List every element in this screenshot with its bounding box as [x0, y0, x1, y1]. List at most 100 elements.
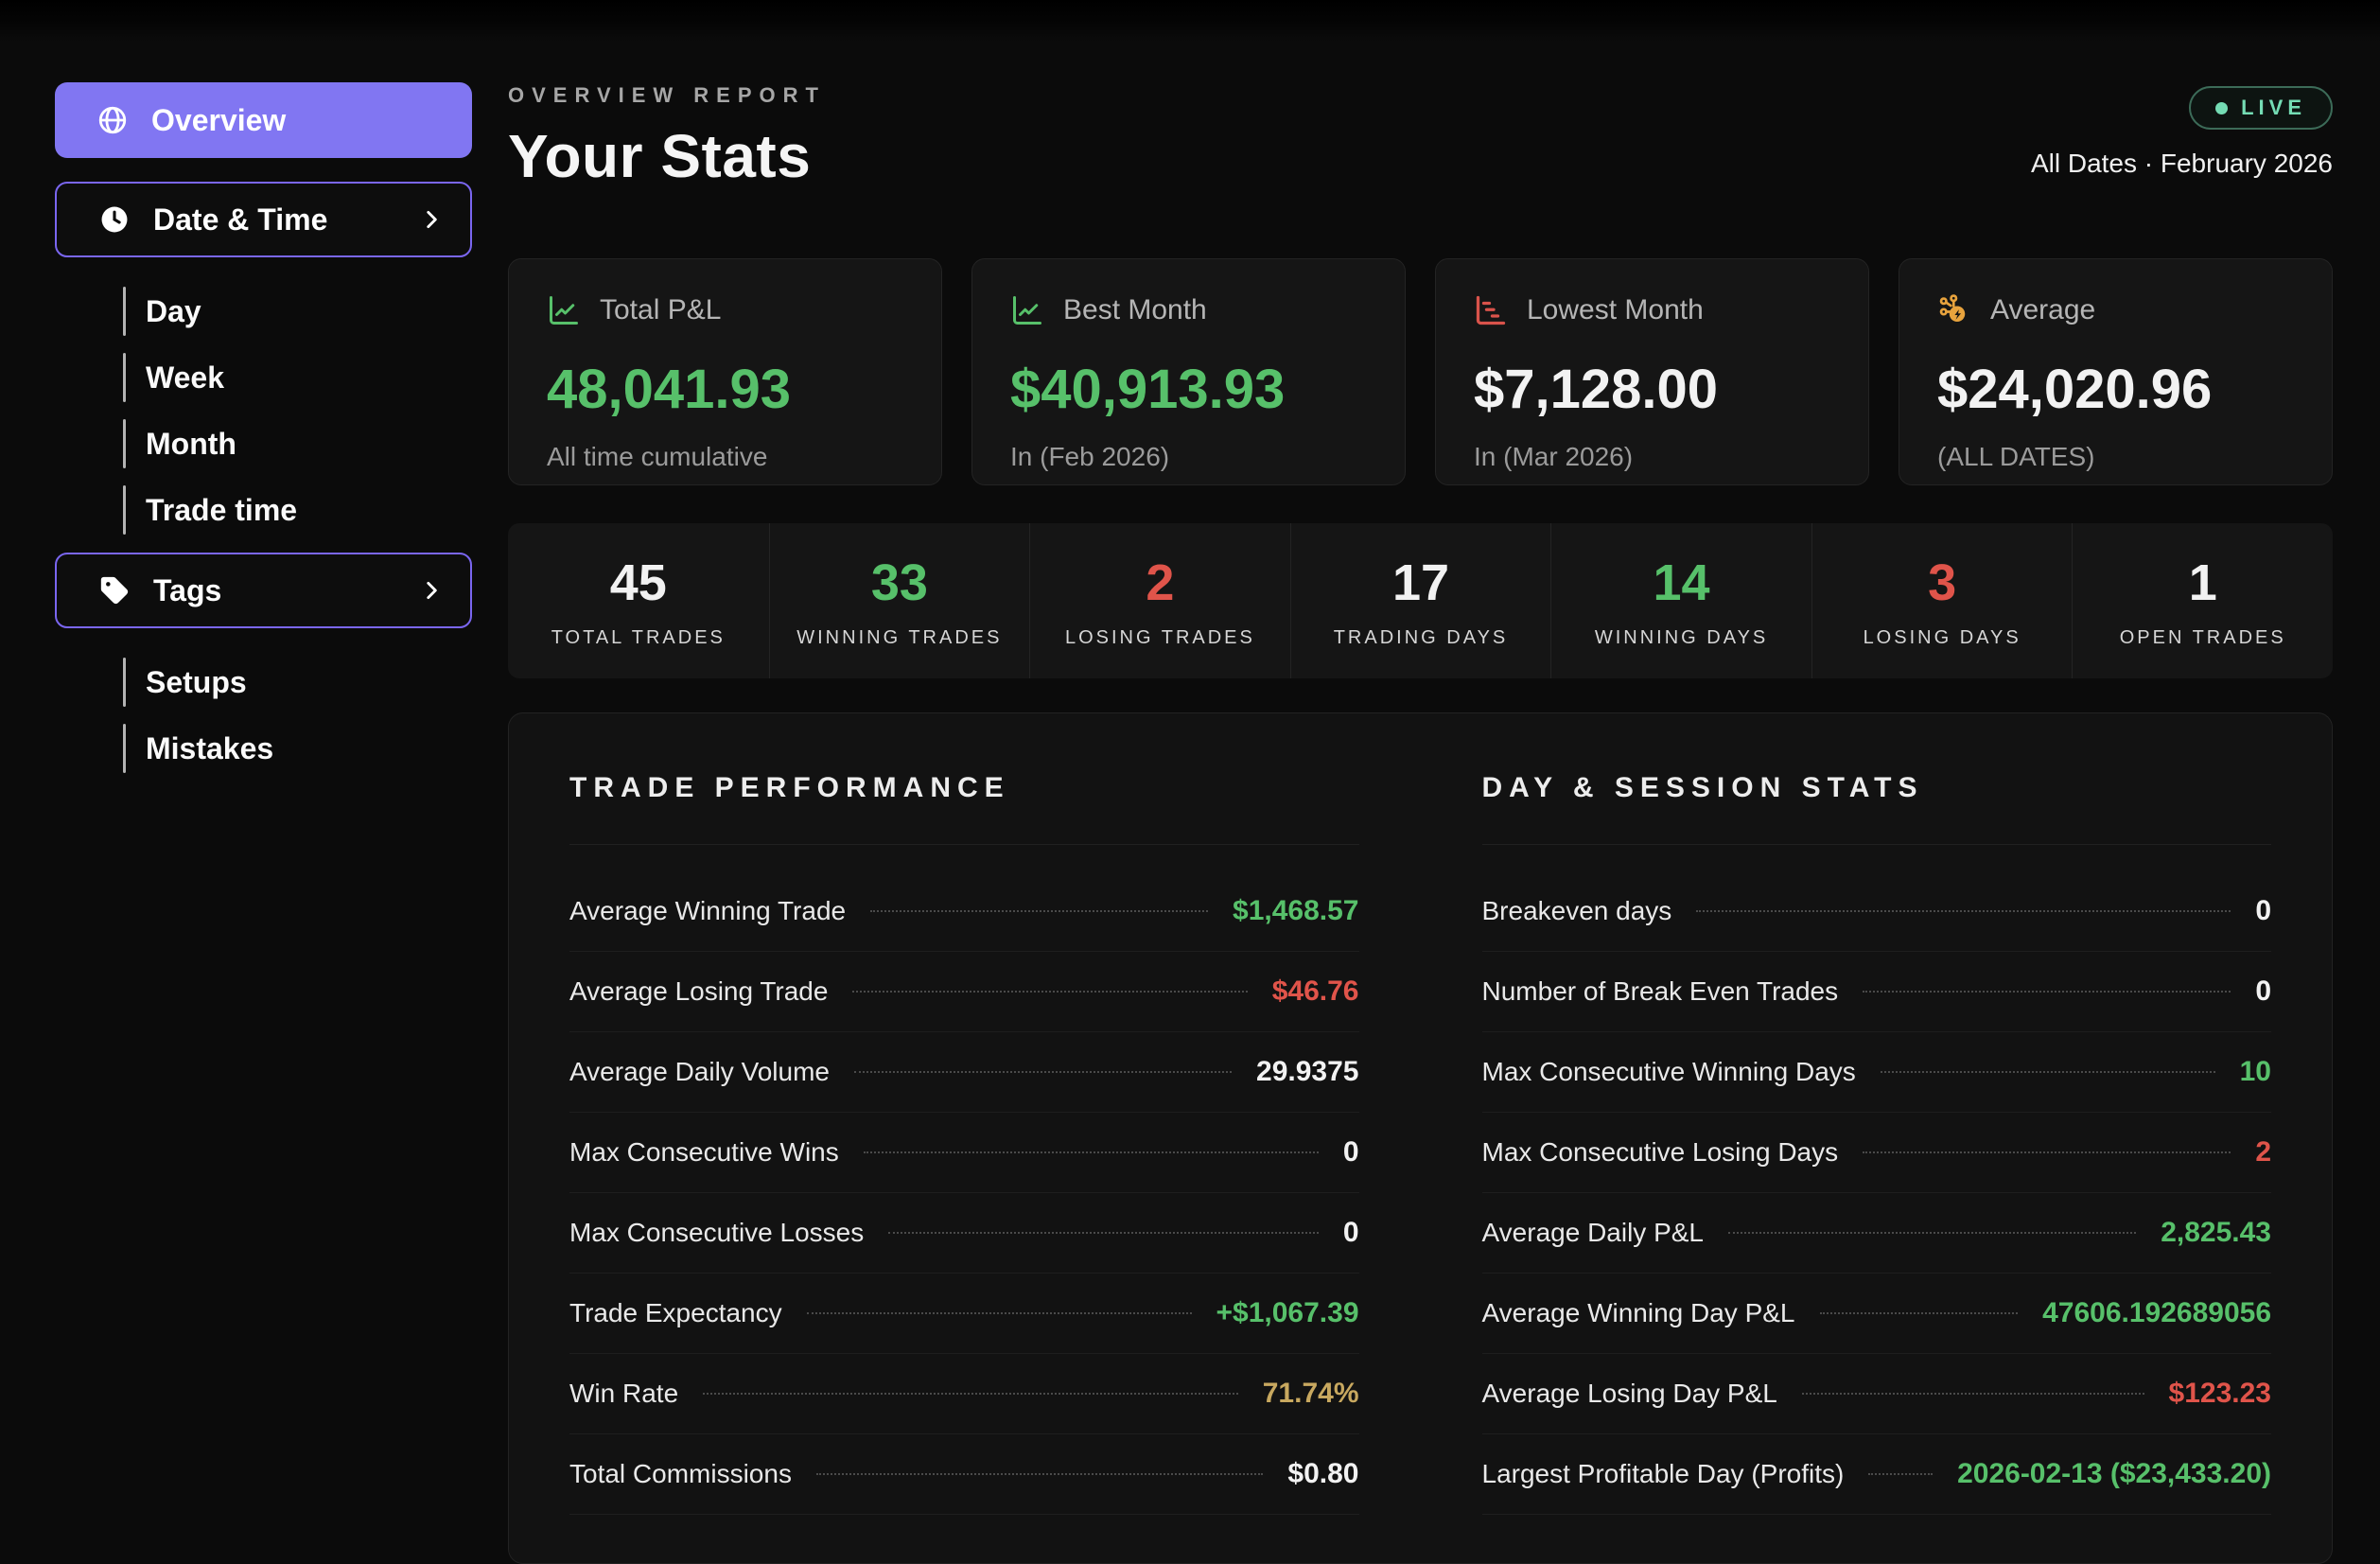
day-session-stats-section: DAY & SESSION STATS Breakeven days 0 Num… — [1482, 772, 2272, 1563]
card-subtext: (ALL DATES) — [1937, 442, 2294, 472]
counter-losing-days: 3 LOSING DAYS — [1811, 523, 2073, 678]
counter-value: 2 — [1146, 554, 1174, 612]
stat-label: Max Consecutive Losses — [569, 1218, 864, 1248]
card-label: Average — [1990, 294, 2095, 326]
stat-value: 71.74% — [1263, 1378, 1359, 1410]
counter-total-trades: 45 TOTAL TRADES — [508, 523, 769, 678]
stat-value: 29.9375 — [1256, 1056, 1358, 1088]
counter-value: 33 — [871, 554, 928, 612]
chevron-right-icon — [419, 578, 444, 603]
counter-value: 17 — [1392, 554, 1449, 612]
sidebar-item-date-time[interactable]: Date & Time — [55, 182, 472, 257]
stat-label: Total Commissions — [569, 1459, 792, 1489]
dotted-leader — [888, 1232, 1319, 1234]
stat-value: 2 — [2255, 1136, 2271, 1169]
counter-label: OPEN TRADES — [2120, 627, 2286, 649]
stat-label: Number of Break Even Trades — [1482, 976, 1839, 1007]
stat-label: Average Losing Trade — [569, 976, 828, 1007]
stat-value: 10 — [2240, 1056, 2271, 1088]
card-total-pnl: Total P&L 48,041.93 All time cumulative — [508, 258, 942, 485]
counter-value: 3 — [1928, 554, 1956, 612]
dotted-leader — [852, 991, 1247, 993]
report-label: OVERVIEW REPORT — [508, 83, 2333, 108]
stat-row-trade-expectancy: Trade Expectancy +$1,067.39 — [569, 1274, 1359, 1354]
stat-row-average-winning-day-pnl: Average Winning Day P&L 47606.192689056 — [1482, 1274, 2272, 1354]
sidebar-subitem-day[interactable]: Day — [123, 278, 472, 344]
subitem-label: Week — [146, 360, 224, 395]
chevron-right-icon — [419, 207, 444, 232]
live-label: LIVE — [2241, 96, 2306, 120]
stat-value: 0 — [2255, 975, 2271, 1008]
dotted-leader — [1868, 1473, 1933, 1475]
counter-label: TOTAL TRADES — [551, 627, 726, 649]
stat-row-total-commissions: Total Commissions $0.80 — [569, 1434, 1359, 1515]
stat-row-average-losing-trade: Average Losing Trade $46.76 — [569, 952, 1359, 1032]
counter-value: 14 — [1654, 554, 1710, 612]
card-value: $7,128.00 — [1474, 358, 1830, 421]
sidebar-item-tags[interactable]: Tags — [55, 553, 472, 628]
tags-subitems: Setups Mistakes — [123, 649, 472, 782]
stat-value: 2026-02-13 ($23,433.20) — [1957, 1458, 2271, 1490]
stat-value: $46.76 — [1272, 975, 1359, 1008]
stat-value: 0 — [1343, 1136, 1359, 1169]
stat-row-max-consecutive-losing-days: Max Consecutive Losing Days 2 — [1482, 1113, 2272, 1193]
stat-label: Average Winning Trade — [569, 896, 846, 926]
dotted-leader — [1802, 1393, 2144, 1395]
stat-row-max-consecutive-wins: Max Consecutive Wins 0 — [569, 1113, 1359, 1193]
sidebar-subitem-week[interactable]: Week — [123, 344, 472, 411]
dotted-leader — [1863, 1151, 2231, 1153]
card-subtext: In (Mar 2026) — [1474, 442, 1830, 472]
stat-label: Win Rate — [569, 1379, 678, 1409]
subitem-label: Day — [146, 294, 201, 329]
stat-label: Average Daily P&L — [1482, 1218, 1705, 1248]
card-label: Lowest Month — [1527, 294, 1704, 326]
summary-cards: Total P&L 48,041.93 All time cumulative … — [508, 258, 2333, 485]
dotted-leader — [1696, 910, 2231, 912]
stat-row-average-daily-pnl: Average Daily P&L 2,825.43 — [1482, 1193, 2272, 1274]
stat-label: Max Consecutive Winning Days — [1482, 1057, 1856, 1087]
card-subtext: In (Feb 2026) — [1010, 442, 1367, 472]
sidebar-subitem-mistakes[interactable]: Mistakes — [123, 715, 472, 782]
stat-value: $0.80 — [1287, 1458, 1358, 1490]
counter-label: TRADING DAYS — [1334, 627, 1509, 649]
section-title: TRADE PERFORMANCE — [569, 772, 1359, 845]
dotted-leader — [1820, 1312, 2019, 1314]
sidebar-item-overview[interactable]: Overview — [55, 82, 472, 158]
line-chart-icon — [547, 293, 581, 327]
dotted-leader — [1863, 991, 2231, 993]
card-average: Average $24,020.96 (ALL DATES) — [1899, 258, 2333, 485]
date-time-subitems: Day Week Month Trade time — [123, 278, 472, 543]
subitem-label: Setups — [146, 665, 247, 700]
sidebar-subitem-month[interactable]: Month — [123, 411, 472, 477]
stat-label: Max Consecutive Losing Days — [1482, 1137, 1839, 1168]
card-label: Total P&L — [600, 294, 721, 326]
branch-bolt-icon — [1937, 293, 1971, 327]
counter-value: 45 — [610, 554, 667, 612]
counter-winning-days: 14 WINNING DAYS — [1550, 523, 1811, 678]
stat-value: 47606.192689056 — [2042, 1297, 2271, 1329]
stat-label: Breakeven days — [1482, 896, 1672, 926]
counters-strip: 45 TOTAL TRADES 33 WINNING TRADES 2 LOSI… — [508, 523, 2333, 678]
stat-value: $1,468.57 — [1233, 895, 1358, 927]
counter-value: 1 — [2189, 554, 2217, 612]
line-chart-icon — [1010, 293, 1044, 327]
sidebar-subitem-setups[interactable]: Setups — [123, 649, 472, 715]
bar-chart-decreasing-icon — [1474, 293, 1508, 327]
sidebar-subitem-trade-time[interactable]: Trade time — [123, 477, 472, 543]
sidebar-item-label: Date & Time — [153, 202, 327, 237]
counter-label: LOSING DAYS — [1864, 627, 2021, 649]
stat-label: Average Daily Volume — [569, 1057, 830, 1087]
sidebar-item-label: Overview — [151, 103, 286, 138]
counter-winning-trades: 33 WINNING TRADES — [769, 523, 1030, 678]
stat-label: Max Consecutive Wins — [569, 1137, 839, 1168]
counter-losing-trades: 2 LOSING TRADES — [1029, 523, 1290, 678]
dotted-leader — [870, 910, 1208, 912]
stat-value: $123.23 — [2169, 1378, 2271, 1410]
live-status-badge[interactable]: LIVE — [2189, 86, 2333, 130]
dotted-leader — [1728, 1232, 2136, 1234]
stat-label: Average Losing Day P&L — [1482, 1379, 1777, 1409]
counter-label: WINNING TRADES — [796, 627, 1002, 649]
dotted-leader — [854, 1071, 1232, 1073]
tag-icon — [98, 574, 131, 606]
dotted-leader — [807, 1312, 1192, 1314]
